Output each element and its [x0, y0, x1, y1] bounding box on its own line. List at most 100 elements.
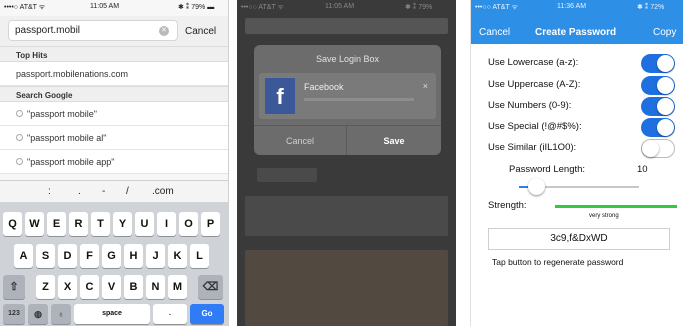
numbers-key[interactable]: 123 — [3, 304, 25, 324]
key-q[interactable]: Q — [3, 212, 22, 236]
key-h[interactable]: H — [124, 244, 143, 268]
globe-icon[interactable]: ◍ — [28, 304, 48, 324]
suggestion-item[interactable]: "passport mobile app" — [0, 150, 228, 174]
microphone-icon[interactable]: ♁ — [51, 304, 71, 324]
dimmed-element — [257, 168, 317, 182]
safari-search-screen: ••••○ AT&T ᯤ 11:05 AM ✱ ⁑ 79% ▬ passport… — [0, 0, 229, 326]
search-google-header: Search Google — [0, 86, 228, 102]
key-m[interactable]: M — [168, 275, 187, 299]
key-p[interactable]: P — [201, 212, 220, 236]
key-l[interactable]: L — [190, 244, 209, 268]
toggle-knob — [657, 55, 674, 72]
key-e[interactable]: E — [47, 212, 66, 236]
url-search-input[interactable]: passport.mobil ✕ — [8, 20, 178, 41]
toggle-uppercase[interactable] — [641, 76, 675, 95]
period-key[interactable]: . — [78, 186, 81, 197]
login-entry[interactable]: f Facebook × — [259, 73, 436, 119]
suggestion-item[interactable]: "passport mobile al" — [0, 126, 228, 150]
strength-meter — [555, 205, 677, 208]
key-d[interactable]: D — [58, 244, 77, 268]
site-name: Facebook — [304, 82, 344, 92]
strength-label: Strength: — [488, 200, 527, 211]
key-i[interactable]: I — [157, 212, 176, 236]
clear-text-icon[interactable]: ✕ — [159, 26, 169, 36]
option-label-lowercase: Use Lowercase (a-z): — [488, 57, 579, 68]
password-length-value: 10 — [637, 164, 648, 175]
key-x[interactable]: X — [58, 275, 77, 299]
strength-meter-fill — [555, 205, 677, 208]
toggle-knob — [657, 119, 674, 136]
toggle-knob — [657, 98, 674, 115]
option-label-uppercase: Use Uppercase (A-Z): — [488, 79, 581, 90]
cancel-button[interactable]: Cancel — [185, 26, 216, 37]
dimmed-toolbar — [245, 18, 448, 34]
key-s[interactable]: S — [36, 244, 55, 268]
toggle-special[interactable] — [641, 118, 675, 137]
key-u[interactable]: U — [135, 212, 154, 236]
copy-button[interactable]: Copy — [653, 27, 676, 38]
save-login-screen: •••○○ AT&T ᯤ 11:05 AM ✱ ⁑ 79% Save Login… — [237, 0, 456, 326]
status-bar: ••••○ AT&T ᯤ 11:05 AM ✱ ⁑ 79% ▬ — [0, 0, 228, 14]
dotcom-key[interactable]: .com — [152, 186, 174, 197]
keyboard: Q W E R T Y U I O P A S D F G H J K L ⇧ … — [0, 202, 228, 326]
clock-label: 11:05 AM — [325, 3, 355, 10]
key-g[interactable]: G — [102, 244, 121, 268]
slash-key[interactable]: / — [126, 186, 129, 197]
suggestion-label: "passport mobile app" — [27, 157, 115, 167]
key-f[interactable]: F — [80, 244, 99, 268]
close-icon[interactable]: × — [423, 81, 428, 91]
save-button[interactable]: Save — [347, 126, 441, 155]
toggle-knob — [642, 140, 659, 157]
site-url-placeholder — [304, 98, 414, 101]
dialog-title: Save Login Box — [315, 54, 380, 64]
cancel-button[interactable]: Cancel — [479, 27, 510, 38]
go-key[interactable]: Go — [190, 304, 224, 324]
key-o[interactable]: O — [179, 212, 198, 236]
key-w[interactable]: W — [25, 212, 44, 236]
key-k[interactable]: K — [168, 244, 187, 268]
delete-key[interactable]: ⌫ — [198, 275, 223, 299]
battery-indicator: ✱ ⁑ 79% — [405, 4, 433, 11]
carrier-label: •••○○ AT&T ᯤ — [475, 4, 518, 11]
search-icon — [16, 158, 23, 165]
generated-password-button[interactable]: 3c9,f&DxWD — [488, 228, 670, 250]
space-key[interactable]: space — [74, 304, 150, 324]
search-icon — [16, 134, 23, 141]
key-v[interactable]: V — [102, 275, 121, 299]
key-c[interactable]: C — [80, 275, 99, 299]
key-n[interactable]: N — [146, 275, 165, 299]
punctuation-bar: : . - / .com — [0, 180, 228, 202]
suggestion-item[interactable]: "passport mobile" — [0, 102, 228, 126]
status-bar: •••○○ AT&T ᯤ 11:36 AM ✱ ⁑ 72% — [471, 0, 683, 14]
create-password-screen: •••○○ AT&T ᯤ 11:36 AM ✱ ⁑ 72% Cancel Cre… — [470, 0, 683, 326]
carrier-label: •••○○ AT&T ᯤ — [241, 4, 284, 11]
toggle-lowercase[interactable] — [641, 54, 675, 73]
key-j[interactable]: J — [146, 244, 165, 268]
top-hit-label: passport.mobilenations.com — [16, 69, 129, 79]
battery-indicator: ✱ ⁑ 79% ▬ — [178, 4, 215, 11]
suggestion-label: "passport mobile al" — [27, 133, 107, 143]
key-t[interactable]: T — [91, 212, 110, 236]
option-label-similar: Use Similar (iIL1O0): — [488, 142, 577, 153]
regenerate-hint: Tap button to regenerate password — [492, 257, 624, 267]
key-r[interactable]: R — [69, 212, 88, 236]
cancel-button[interactable]: Cancel — [254, 126, 347, 155]
top-hit-item[interactable]: passport.mobilenations.com — [0, 62, 228, 86]
shift-key[interactable]: ⇧ — [3, 275, 25, 299]
length-slider-thumb[interactable] — [527, 178, 545, 195]
key-a[interactable]: A — [14, 244, 33, 268]
strength-text: very strong — [589, 213, 619, 219]
colon-key[interactable]: : — [48, 186, 51, 197]
key-z[interactable]: Z — [36, 275, 55, 299]
toggle-numbers[interactable] — [641, 97, 675, 116]
key-b[interactable]: B — [124, 275, 143, 299]
key-y[interactable]: Y — [113, 212, 132, 236]
option-label-special: Use Special (!@#$%): — [488, 121, 582, 132]
save-login-dialog: Save Login Box f Facebook × Cancel Save — [254, 45, 441, 155]
dot-key[interactable]: . — [153, 304, 187, 324]
toggle-similar[interactable] — [641, 139, 675, 158]
option-label-numbers: Use Numbers (0-9): — [488, 100, 572, 111]
suggestion-label: "passport mobile" — [27, 109, 97, 119]
battery-indicator: ✱ ⁑ 72% — [637, 4, 665, 11]
dash-key[interactable]: - — [102, 186, 105, 197]
